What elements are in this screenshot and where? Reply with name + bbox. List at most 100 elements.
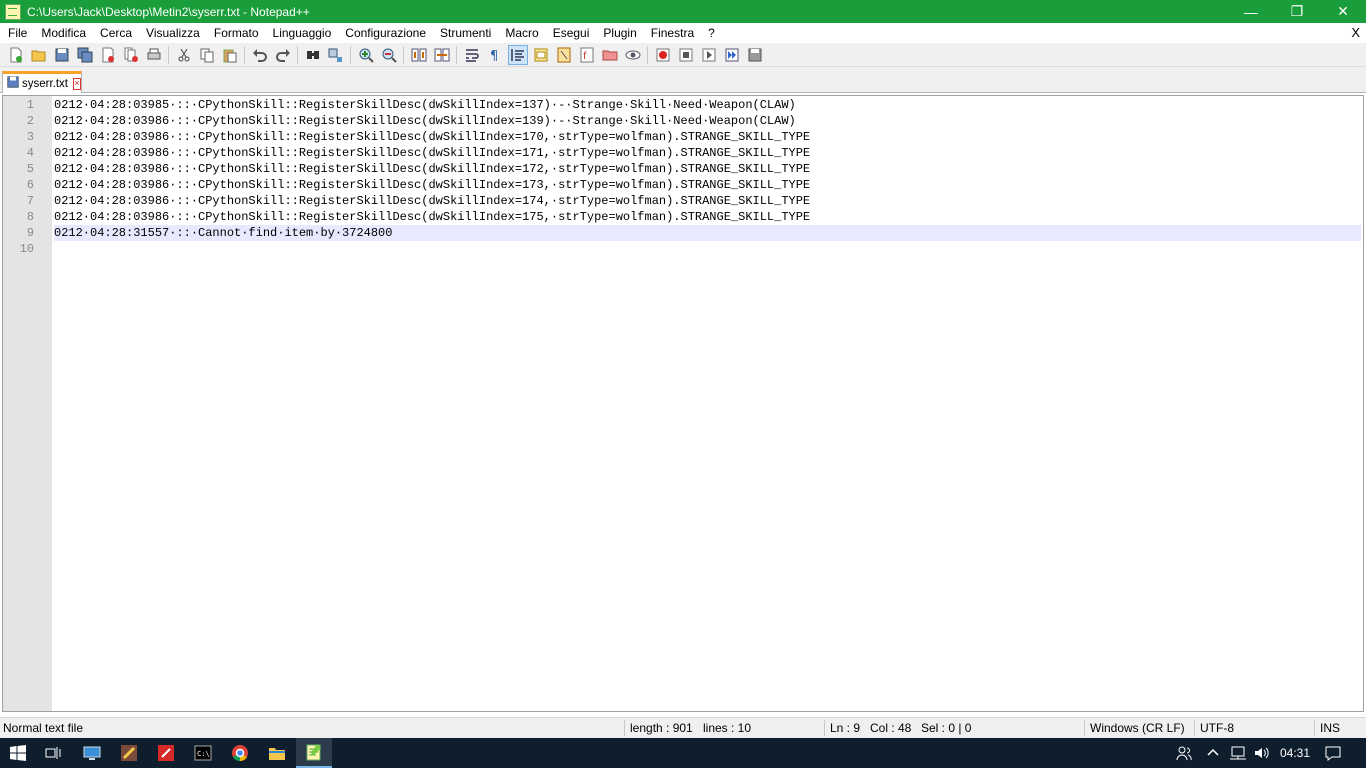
sync-vertical-icon[interactable]: [409, 45, 429, 65]
menu-esegui[interactable]: Esegui: [546, 23, 597, 43]
code-line[interactable]: 0212·04:28:03986·::·CPythonSkill::Regist…: [54, 129, 1361, 145]
menu-cerca[interactable]: Cerca: [93, 23, 139, 43]
play-macro-icon[interactable]: [699, 45, 719, 65]
tab-syserr[interactable]: syserr.txt ×: [2, 71, 82, 93]
menu-finestra[interactable]: Finestra: [644, 23, 701, 43]
restore-button[interactable]: ❐: [1274, 0, 1320, 23]
menu-strumenti[interactable]: Strumenti: [433, 23, 498, 43]
current-code-line[interactable]: 0212·04:28:31557·::·Cannot·find·item·by·…: [54, 225, 1361, 241]
sync-horizontal-icon[interactable]: [432, 45, 452, 65]
code-line[interactable]: [54, 241, 1361, 257]
code-line[interactable]: 0212·04:28:03986·::·CPythonSkill::Regist…: [54, 177, 1361, 193]
file-explorer-icon[interactable]: [259, 738, 295, 768]
menu-modifica[interactable]: Modifica: [34, 23, 93, 43]
run-macro-multiple-icon[interactable]: [722, 45, 742, 65]
svg-text:C:\: C:\: [197, 750, 210, 758]
open-file-icon[interactable]: [29, 45, 49, 65]
notepadpp-icon[interactable]: [296, 738, 332, 768]
paint-icon[interactable]: [111, 738, 147, 768]
close-document-button[interactable]: X: [1351, 23, 1360, 43]
clock[interactable]: 04:31: [1280, 738, 1310, 768]
stop-macro-icon[interactable]: [676, 45, 696, 65]
notifications-icon[interactable]: [1324, 738, 1342, 768]
status-divider: [1194, 720, 1195, 736]
status-sel: Sel : 0 | 0: [921, 721, 972, 735]
tab-close-icon[interactable]: ×: [73, 77, 81, 90]
menu-linguaggio[interactable]: Linguaggio: [266, 23, 339, 43]
title-bar: C:\Users\Jack\Desktop\Metin2\syserr.txt …: [0, 0, 1366, 23]
copy-icon[interactable]: [197, 45, 217, 65]
cut-icon[interactable]: [174, 45, 194, 65]
code-line[interactable]: 0212·04:28:03986·::·CPythonSkill::Regist…: [54, 145, 1361, 161]
chrome-icon[interactable]: [222, 738, 258, 768]
line-number-gutter: 1 2 3 4 5 6 7 8 9 10: [3, 96, 52, 711]
menu-plugin[interactable]: Plugin: [596, 23, 643, 43]
menu-visualizza[interactable]: Visualizza: [139, 23, 207, 43]
svg-text:¶: ¶: [490, 49, 498, 63]
code-line[interactable]: 0212·04:28:03986·::·CPythonSkill::Regist…: [54, 161, 1361, 177]
folder-workspace-icon[interactable]: [600, 45, 620, 65]
line-number: 8: [26, 210, 34, 224]
people-icon[interactable]: [1176, 738, 1192, 768]
menu-macro[interactable]: Macro: [498, 23, 545, 43]
minimize-button[interactable]: —: [1228, 0, 1274, 23]
toolbar-separator: [403, 45, 404, 64]
close-button[interactable]: ✕: [1320, 0, 1366, 23]
undo-icon[interactable]: [250, 45, 270, 65]
menu-bar: File Modifica Cerca Visualizza Formato L…: [0, 23, 1366, 43]
record-macro-icon[interactable]: [653, 45, 673, 65]
close-all-icon[interactable]: [121, 45, 141, 65]
text-editor[interactable]: 1 2 3 4 5 6 7 8 9 10 0212·04:28:03985·::·CPythonS…: [2, 95, 1364, 712]
indent-guide-icon[interactable]: [507, 44, 528, 65]
print-icon[interactable]: [144, 45, 164, 65]
status-divider: [624, 720, 625, 736]
menu-file[interactable]: File: [0, 23, 34, 43]
function-list-icon[interactable]: f: [577, 45, 597, 65]
monitoring-icon[interactable]: [623, 45, 643, 65]
save-all-icon[interactable]: [75, 45, 95, 65]
user-language-icon[interactable]: [531, 45, 551, 65]
code-line[interactable]: 0212·04:28:03985·::·CPythonSkill::Regist…: [54, 97, 1361, 113]
menu-help[interactable]: ?: [701, 23, 722, 43]
toolbar: ¶ f: [0, 43, 1366, 67]
computer-icon[interactable]: [74, 738, 110, 768]
save-icon[interactable]: [52, 45, 72, 65]
code-line[interactable]: 0212·04:28:03986·::·CPythonSkill::Regist…: [54, 209, 1361, 225]
doc-map-icon[interactable]: [554, 45, 574, 65]
code-line[interactable]: 0212·04:28:03986·::·CPythonSkill::Regist…: [54, 113, 1361, 129]
start-icon[interactable]: [0, 738, 36, 768]
redo-icon[interactable]: [273, 45, 293, 65]
task-view-icon[interactable]: [36, 738, 72, 768]
line-number: 4: [26, 146, 34, 160]
line-number: 1: [26, 98, 34, 112]
zoom-out-icon[interactable]: [379, 45, 399, 65]
show-all-chars-icon[interactable]: ¶: [485, 45, 505, 65]
status-bar: Normal text file length : 901 lines : 10…: [0, 717, 1366, 738]
close-file-icon[interactable]: [98, 45, 118, 65]
status-ln: Ln : 9: [830, 721, 861, 735]
line-number: 9: [26, 226, 34, 240]
word-wrap-icon[interactable]: [462, 45, 482, 65]
menu-configurazione[interactable]: Configurazione: [338, 23, 433, 43]
line-number: 3: [26, 130, 34, 144]
pdf-icon[interactable]: [148, 738, 184, 768]
line-number: 5: [26, 162, 34, 176]
paste-icon[interactable]: [220, 45, 240, 65]
status-lines: lines : 10: [703, 721, 752, 735]
find-icon[interactable]: [303, 45, 323, 65]
save-macro-icon[interactable]: [745, 45, 765, 65]
zoom-in-icon[interactable]: [356, 45, 376, 65]
cmd-icon[interactable]: C:\: [185, 738, 221, 768]
menu-formato[interactable]: Formato: [207, 23, 266, 43]
chevron-up-icon[interactable]: [1207, 738, 1219, 768]
new-file-icon[interactable]: [6, 45, 26, 65]
status-eol: Windows (CR LF): [1090, 721, 1185, 735]
window-title: C:\Users\Jack\Desktop\Metin2\syserr.txt …: [27, 4, 310, 19]
status-divider: [1084, 720, 1085, 736]
volume-icon[interactable]: [1253, 738, 1271, 768]
replace-icon[interactable]: [326, 45, 346, 65]
network-icon[interactable]: [1229, 738, 1247, 768]
windows-taskbar: C:\ 04:31: [0, 738, 1366, 768]
code-line[interactable]: 0212·04:28:03986·::·CPythonSkill::Regist…: [54, 193, 1361, 209]
line-number: 6: [26, 178, 34, 192]
